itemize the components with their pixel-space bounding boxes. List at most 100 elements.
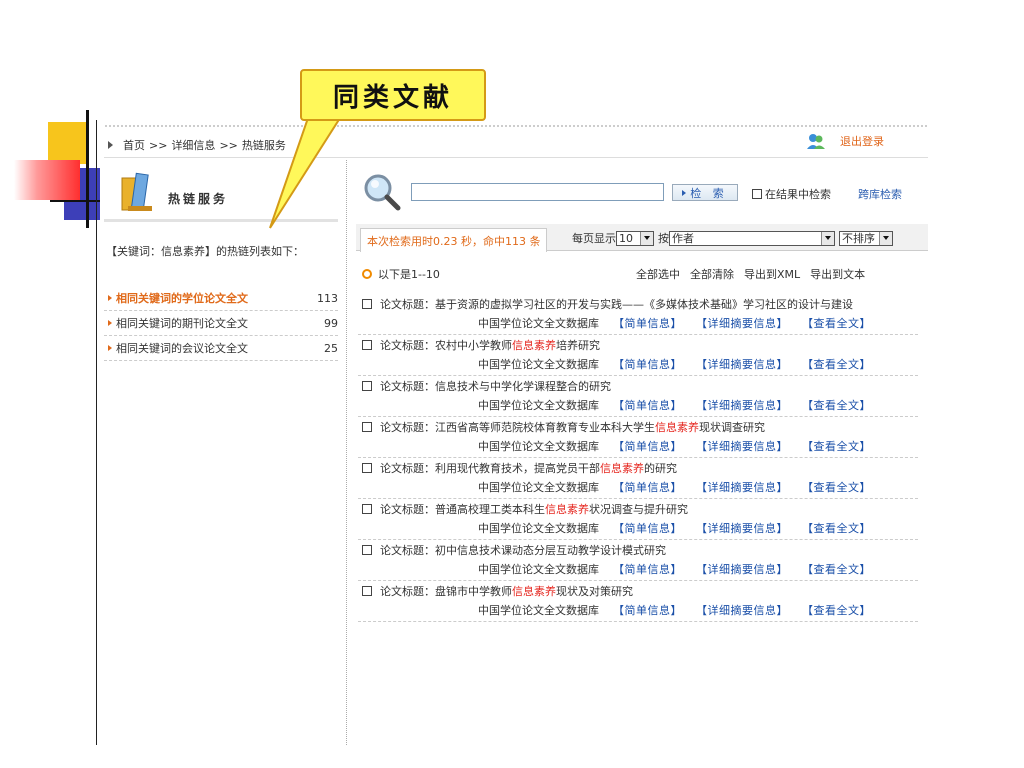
result-database: 中国学位论文全文数据库 bbox=[478, 440, 599, 453]
result-checkbox[interactable] bbox=[362, 545, 372, 555]
result-title[interactable]: 农村中小学教师信息素养培养研究 bbox=[435, 339, 600, 352]
fulltext-link[interactable]: 【查看全文】 bbox=[802, 522, 871, 536]
export-xml-link[interactable]: 导出到XML bbox=[744, 266, 800, 282]
result-database: 中国学位论文全文数据库 bbox=[478, 481, 599, 494]
brief-info-link[interactable]: 【简单信息】 bbox=[613, 440, 682, 454]
result-database: 中国学位论文全文数据库 bbox=[478, 604, 599, 617]
result-title-text: 盘锦市中学教师 bbox=[435, 585, 512, 598]
per-page-select[interactable]: 10 bbox=[616, 230, 654, 246]
brief-info-link[interactable]: 【简单信息】 bbox=[613, 563, 682, 577]
search-in-result-checkbox[interactable] bbox=[752, 189, 762, 199]
result-title-line: 论文标题：农村中小学教师信息素养培养研究 bbox=[362, 338, 918, 354]
detail-abstract-link[interactable]: 【详细摘要信息】 bbox=[696, 317, 788, 331]
breadcrumb-home[interactable]: 首页 bbox=[123, 137, 145, 153]
detail-abstract-link[interactable]: 【详细摘要信息】 bbox=[696, 604, 788, 618]
result-checkbox[interactable] bbox=[362, 586, 372, 596]
fulltext-link[interactable]: 【查看全文】 bbox=[802, 440, 871, 454]
brief-info-link[interactable]: 【简单信息】 bbox=[613, 317, 682, 331]
result-database: 中国学位论文全文数据库 bbox=[478, 358, 599, 371]
result-title-line: 论文标题：利用现代教育技术，提高党员干部信息素养的研究 bbox=[362, 461, 918, 477]
fulltext-link[interactable]: 【查看全文】 bbox=[802, 604, 871, 618]
breadcrumb: 首页 >> 详细信息 >> 热链服务 bbox=[108, 137, 286, 153]
result-checkbox[interactable] bbox=[362, 340, 372, 350]
result-item: 论文标题：信息技术与中学化学课程整合的研究 中国学位论文全文数据库 【简单信息】 【详… bbox=[358, 376, 918, 417]
result-title-text: 普通高校理工类本科生 bbox=[435, 503, 545, 516]
sidebar-title: 热链服务 bbox=[168, 192, 229, 206]
sort-order-select[interactable]: 不排序 bbox=[839, 230, 893, 246]
result-title-highlight: 信息素养 bbox=[600, 462, 644, 475]
result-title-line: 论文标题：普通高校理工类本科生信息素养状况调查与提升研究 bbox=[362, 502, 918, 518]
slide-deco-yellow-square bbox=[48, 122, 88, 164]
search-in-result[interactable]: 在结果中检索 bbox=[752, 186, 831, 202]
sidebar-item-journal[interactable]: 相同关键词的期刊论文全文 99 bbox=[104, 311, 338, 336]
search-button[interactable]: 检 索 bbox=[672, 184, 738, 201]
detail-abstract-link[interactable]: 【详细摘要信息】 bbox=[696, 440, 788, 454]
brief-info-link[interactable]: 【简单信息】 bbox=[613, 481, 682, 495]
slide-deco-red-gradient bbox=[14, 160, 80, 200]
result-title-line: 论文标题：初中信息技术课动态分层互动教学设计模式研究 bbox=[362, 543, 918, 559]
brief-info-link[interactable]: 【简单信息】 bbox=[613, 358, 682, 372]
result-checkbox[interactable] bbox=[362, 463, 372, 473]
result-database: 中国学位论文全文数据库 bbox=[478, 522, 599, 535]
cross-database-search-link[interactable]: 跨库检索 bbox=[858, 186, 902, 202]
brief-info-link[interactable]: 【简单信息】 bbox=[613, 604, 682, 618]
result-title-text: 初中信息技术课动态分层互动教学设计模式研究 bbox=[435, 544, 666, 557]
display-options: 每页显示 10 按 作者 不排序 bbox=[572, 230, 893, 246]
result-title[interactable]: 利用现代教育技术，提高党员干部信息素养的研究 bbox=[435, 462, 677, 475]
callout-box: 同类文献 bbox=[300, 69, 486, 121]
result-item: 论文标题：普通高校理工类本科生信息素养状况调查与提升研究中国学位论文全文数据库 【… bbox=[358, 499, 918, 540]
result-title-text: 培养研究 bbox=[556, 339, 600, 352]
users-icon bbox=[807, 134, 825, 149]
export-text-link[interactable]: 导出到文本 bbox=[810, 266, 865, 282]
logout-link[interactable]: 退出登录 bbox=[840, 133, 884, 149]
result-source-line: 中国学位论文全文数据库 【简单信息】 【详细摘要信息】 【查看全文】 bbox=[362, 481, 918, 495]
fulltext-link[interactable]: 【查看全文】 bbox=[802, 317, 871, 331]
result-title[interactable]: 普通高校理工类本科生信息素养状况调查与提升研究 bbox=[435, 503, 688, 516]
sidebar-item-thesis[interactable]: 相同关键词的学位论文全文 113 bbox=[104, 286, 338, 311]
fulltext-link[interactable]: 【查看全文】 bbox=[802, 481, 871, 495]
result-checkbox[interactable] bbox=[362, 381, 372, 391]
search-button-label: 检 索 bbox=[690, 186, 728, 200]
fulltext-link[interactable]: 【查看全文】 bbox=[802, 358, 871, 372]
search-input[interactable] bbox=[411, 183, 664, 201]
detail-abstract-link[interactable]: 【详细摘要信息】 bbox=[696, 563, 788, 577]
detail-abstract-link[interactable]: 【详细摘要信息】 bbox=[696, 399, 788, 413]
detail-abstract-link[interactable]: 【详细摘要信息】 bbox=[696, 522, 788, 536]
result-title[interactable]: 盘锦市中学教师信息素养现状及对策研究 bbox=[435, 585, 633, 598]
result-title[interactable]: 初中信息技术课动态分层互动教学设计模式研究 bbox=[435, 544, 666, 557]
triangle-bullet-icon bbox=[108, 295, 112, 301]
brief-info-link[interactable]: 【简单信息】 bbox=[613, 399, 682, 413]
result-title-prefix: 论文标题： bbox=[380, 339, 435, 352]
fulltext-link[interactable]: 【查看全文】 bbox=[802, 399, 871, 413]
breadcrumb-detail[interactable]: 详细信息 bbox=[171, 137, 215, 153]
callout-pointer bbox=[269, 118, 342, 229]
result-title-line: 论文标题：基于资源的虚拟学习社区的开发与实践——《多媒体技术基础》学习社区的设计… bbox=[362, 297, 918, 313]
slide-deco-vertical-line bbox=[86, 110, 89, 228]
detail-abstract-link[interactable]: 【详细摘要信息】 bbox=[696, 481, 788, 495]
select-all-link[interactable]: 全部选中 bbox=[636, 266, 680, 282]
result-title-prefix: 论文标题： bbox=[380, 544, 435, 557]
slide-deco-horizontal-line bbox=[50, 200, 100, 202]
result-list: 论文标题： 基于资源的虚拟学习社区的开发与实践——《多媒体技术基础》学习社区的设计… bbox=[358, 294, 918, 622]
triangle-bullet-icon bbox=[108, 320, 112, 326]
brief-info-link[interactable]: 【简单信息】 bbox=[613, 522, 682, 536]
result-title-prefix: 论文标题： bbox=[380, 462, 435, 475]
result-checkbox[interactable] bbox=[362, 422, 372, 432]
fulltext-link[interactable]: 【查看全文】 bbox=[802, 563, 871, 577]
sidebar-item-count: 99 bbox=[324, 316, 338, 330]
result-title[interactable]: 基于资源的虚拟学习社区的开发与实践——《多媒体技术基础》学习社区的设计与建设 bbox=[435, 298, 853, 311]
result-title-text: 的研究 bbox=[644, 462, 677, 475]
result-checkbox[interactable] bbox=[362, 299, 372, 309]
sidebar-item-label: 相同关键词的会议论文全文 bbox=[116, 342, 248, 355]
result-title-highlight: 信息素养 bbox=[545, 503, 589, 516]
result-title-text: 基于资源的虚拟学习社区的开发与实践——《多媒体技术基础》学习社区的设计与建设 bbox=[435, 298, 853, 311]
sidebar-item-conference[interactable]: 相同关键词的会议论文全文 25 bbox=[104, 336, 338, 361]
result-source-line: 中国学位论文全文数据库 【简单信息】 【详细摘要信息】 【查看全文】 bbox=[362, 522, 918, 536]
sort-field-select[interactable]: 作者 bbox=[669, 230, 835, 246]
result-checkbox[interactable] bbox=[362, 504, 372, 514]
clear-all-link[interactable]: 全部清除 bbox=[690, 266, 734, 282]
result-title-line: 论文标题：江西省高等师范院校体育教育专业本科大学生信息素养现状调查研究 bbox=[362, 420, 918, 436]
result-title[interactable]: 江西省高等师范院校体育教育专业本科大学生信息素养现状调查研究 bbox=[435, 421, 765, 434]
result-title[interactable]: 信息技术与中学化学课程整合的研究 bbox=[435, 380, 611, 393]
detail-abstract-link[interactable]: 【详细摘要信息】 bbox=[696, 358, 788, 372]
